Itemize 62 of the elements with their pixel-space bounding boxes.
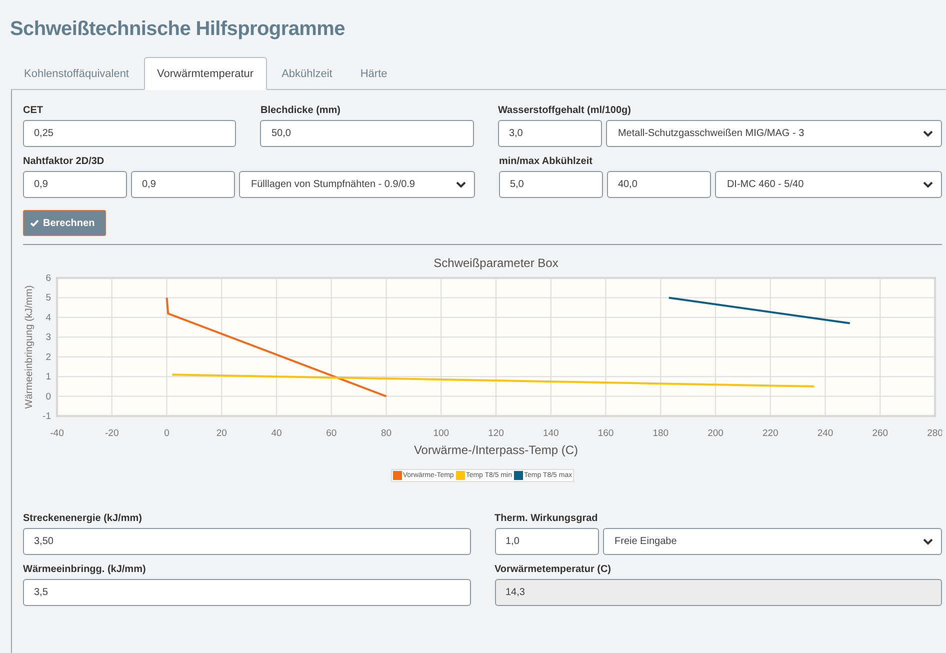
input-field[interactable]: 40,0 [606, 171, 711, 198]
axis-tick-label: 3 [46, 332, 51, 344]
dropdown[interactable]: Freie Eingabe [602, 528, 942, 555]
axis-tick-label: 240 [817, 428, 834, 439]
field-label: Vorwärmetemperatur (C) [494, 563, 612, 575]
axis-tick-label: 20 [216, 428, 227, 439]
dropdown[interactable]: DI-MC 460 - 5/40 [714, 171, 942, 198]
axis-tick-label: 180 [652, 428, 669, 439]
axis-tick-label: 2 [46, 352, 51, 363]
tab[interactable]: Vorwärmtemperatur [144, 57, 267, 90]
chart-title: Schweißparameter Box [434, 256, 558, 270]
input-field[interactable]: 3,50 [23, 528, 470, 555]
input-field[interactable]: 50,0 [260, 120, 474, 147]
tab[interactable]: Abkühlzeit [268, 57, 346, 90]
field-label: Nahtfaktor 2D/3D [23, 155, 106, 167]
axis-tick-label: 120 [488, 428, 504, 439]
x-axis-title: Vorwärme-/Interpass-Temp (C) [414, 443, 578, 457]
axis-tick-label: 140 [542, 428, 559, 439]
readonly-field[interactable]: 14,3 [494, 579, 942, 606]
input-field[interactable]: 3,5 [23, 579, 470, 606]
input-field[interactable]: 0,9 [131, 171, 235, 198]
input-field[interactable]: 3,0 [498, 120, 602, 147]
dropdown[interactable]: Fülllagen von Stumpfnähten - 0.9/0.9 [239, 171, 475, 198]
input-field[interactable]: 0,25 [23, 120, 236, 147]
page-title: Schweißtechnische Hilfsprogramme [10, 18, 346, 41]
axis-tick-label: 160 [598, 428, 614, 439]
axis-tick-label: 60 [326, 428, 337, 439]
axis-tick-label: 0 [164, 428, 170, 439]
field-label: Streckenenergie (kJ/mm) [23, 512, 143, 524]
axis-tick-label: 80 [380, 428, 392, 439]
axis-tick-label: 200 [708, 428, 724, 439]
y-axis-title: Wärmeeinbringung (kJ/mm) [24, 285, 35, 409]
dropdown[interactable]: Metall-Schutzgasschweißen MIG/MAG - 3 [606, 120, 942, 147]
calculate-button[interactable]: Berechnen [23, 210, 106, 236]
axis-tick-label: 6 [46, 273, 51, 284]
axis-tick-label: 5 [46, 292, 51, 304]
axis-tick-label: 0 [46, 391, 51, 402]
axis-tick-label: 100 [433, 428, 450, 439]
axis-tick-label: 4 [46, 312, 51, 324]
tab[interactable]: Kohlenstoffäquivalent [11, 57, 142, 90]
tab[interactable]: Härte [347, 57, 400, 90]
field-label: Blechdicke (mm) [260, 104, 342, 116]
axis-tick-label: 40 [271, 428, 282, 439]
input-field[interactable]: 5,0 [498, 171, 603, 198]
axis-tick-label: 220 [762, 428, 778, 439]
axis-tick-label: 260 [872, 428, 888, 439]
field-label: min/max Abkühlzeit [498, 155, 594, 167]
field-label: CET [23, 104, 44, 116]
checkmark-icon [30, 219, 39, 227]
field-label: Wärmeeinbringg. (kJ/mm) [23, 563, 147, 575]
chevron-icon [923, 538, 933, 545]
chevron-icon [456, 181, 466, 188]
field-label: Wasserstoffgehalt (ml/100g) [498, 104, 632, 116]
input-field[interactable]: 1,0 [494, 528, 598, 555]
axis-tick-label: -20 [105, 428, 119, 439]
input-field[interactable]: 0,9 [23, 171, 127, 198]
field-label: Therm. Wirkungsgrad [494, 512, 599, 524]
chevron-icon [923, 181, 933, 188]
axis-tick-label: -1 [42, 411, 51, 422]
axis-tick-label: -40 [50, 428, 64, 439]
axis-tick-label: 1 [46, 372, 51, 383]
chevron-icon [923, 130, 934, 137]
